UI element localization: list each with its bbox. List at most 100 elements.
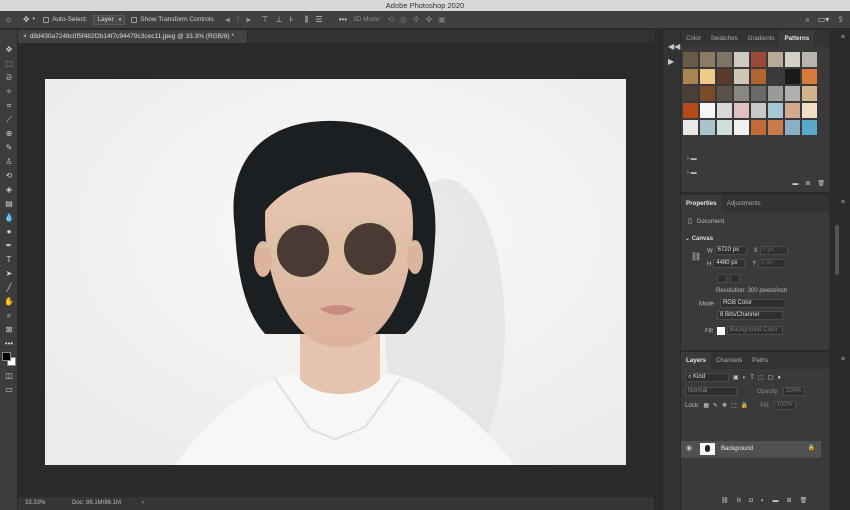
pattern-swatch[interactable] [717, 69, 732, 84]
pattern-swatch[interactable] [768, 69, 783, 84]
canvas-section-header[interactable]: ⌄ Canvas [685, 236, 713, 242]
pattern-swatch[interactable] [751, 103, 766, 118]
pattern-swatch[interactable] [802, 69, 817, 84]
align-center-icon[interactable]: ⫶ [237, 15, 239, 24]
edit-toolbar-icon[interactable]: ⊠ [3, 324, 15, 335]
marquee-tool-icon[interactable]: ⬚ [3, 58, 15, 69]
lasso-tool-icon[interactable]: ᘐ [3, 72, 15, 83]
auto-select-dropdown[interactable]: Layer ▾ [93, 14, 126, 25]
pattern-swatch[interactable] [751, 86, 766, 101]
filter-shape-icon[interactable]: ⬚ [758, 375, 764, 381]
landscape-orientation-icon[interactable] [730, 274, 740, 283]
new-group-icon[interactable]: ▬ [773, 498, 779, 504]
pattern-swatch[interactable] [734, 69, 749, 84]
pattern-swatch[interactable] [751, 52, 766, 67]
align-top-icon[interactable]: ⊤ [262, 15, 269, 24]
collapse-panels-icon[interactable]: ◀◀ [668, 43, 680, 51]
screen-mode-icon[interactable]: ▭ [3, 384, 15, 395]
tab-channels[interactable]: Channels [711, 352, 747, 369]
fill-color-swatch[interactable] [716, 326, 725, 335]
filter-pixel-icon[interactable]: ▣ [733, 375, 739, 381]
tab-swatches[interactable]: Swatches [706, 30, 743, 47]
pattern-swatch[interactable] [700, 120, 715, 135]
pattern-swatch[interactable] [683, 69, 698, 84]
pattern-swatch[interactable] [683, 86, 698, 101]
distribute-vertical-icon[interactable]: ☰ [315, 15, 322, 24]
pattern-swatch[interactable] [785, 120, 800, 135]
new-group-icon[interactable]: ▬ [792, 181, 798, 187]
pattern-swatch[interactable] [751, 120, 766, 135]
document-tab[interactable]: × d8d430a7248c0f5f482f2b14f7c94479c3cec11… [18, 30, 248, 43]
y-field[interactable]: 0 px [758, 259, 787, 268]
quick-mask-icon[interactable]: ◫ [3, 370, 15, 381]
pattern-swatch[interactable] [683, 52, 698, 67]
eye-visibility-icon[interactable]: ◉ [686, 445, 692, 452]
tab-paths[interactable]: Paths [747, 352, 773, 369]
pattern-swatch[interactable] [683, 120, 698, 135]
mode-dropdown[interactable]: RGB Color [719, 299, 786, 308]
tab-close-icon[interactable]: × [23, 33, 27, 40]
layer-style-icon[interactable]: fx [737, 498, 742, 504]
search-icon[interactable]: ⌕ [805, 15, 809, 24]
add-mask-icon[interactable]: ◘ [749, 498, 753, 504]
lock-all-icon[interactable]: 🔒 [741, 403, 748, 409]
path-selection-tool-icon[interactable]: ➤ [3, 268, 15, 279]
delete-layer-icon[interactable]: 🗑 [800, 498, 808, 504]
canvas-area[interactable] [18, 43, 654, 497]
blend-mode-dropdown[interactable]: Normal [685, 387, 737, 396]
pattern-swatch[interactable] [700, 69, 715, 84]
pattern-swatch[interactable] [802, 52, 817, 67]
lock-transparent-icon[interactable]: ▦ [703, 403, 709, 409]
pattern-swatch[interactable] [734, 103, 749, 118]
pattern-swatch[interactable] [717, 103, 732, 118]
play-action-icon[interactable]: ▶ [668, 58, 674, 66]
width-field[interactable]: 6720 px [714, 246, 747, 255]
line-tool-icon[interactable]: ╱ [3, 282, 15, 293]
auto-select-checkbox[interactable] [43, 16, 50, 23]
eyedropper-tool-icon[interactable]: ⟋ [3, 114, 15, 125]
pattern-swatch[interactable] [785, 103, 800, 118]
pattern-swatch[interactable] [683, 103, 698, 118]
pen-tool-icon[interactable]: ✒ [3, 240, 15, 251]
more-options-icon[interactable]: ••• [339, 15, 347, 24]
opacity-field[interactable]: 100% [783, 387, 806, 396]
filter-adjustment-icon[interactable]: ◐ [743, 375, 747, 381]
pattern-swatch[interactable] [768, 103, 783, 118]
home-button[interactable]: ⌂ [6, 11, 11, 29]
delete-icon[interactable]: 🗑 [817, 181, 825, 187]
pattern-swatch[interactable] [802, 120, 817, 135]
blur-tool-icon[interactable]: 💧 [3, 212, 15, 223]
gradient-tool-icon[interactable]: ▤ [3, 198, 15, 209]
status-menu-icon[interactable]: › [142, 497, 144, 510]
pattern-swatch[interactable] [785, 86, 800, 101]
dodge-tool-icon[interactable]: ● [3, 226, 15, 237]
type-tool-icon[interactable]: T [3, 254, 15, 265]
pattern-group-folder[interactable]: › ▬ [687, 170, 697, 176]
lock-position-icon[interactable]: ✥ [722, 403, 727, 409]
crop-tool-icon[interactable]: ⌗ [3, 100, 15, 111]
tab-color[interactable]: Color [681, 30, 706, 47]
magic-wand-tool-icon[interactable]: ✧ [3, 86, 15, 97]
align-bottom-icon[interactable]: ⊦ [290, 15, 294, 24]
move-tool-icon[interactable]: ✥ [3, 44, 15, 55]
pattern-swatch[interactable] [768, 52, 783, 67]
pattern-swatch[interactable] [734, 52, 749, 67]
brush-tool-icon[interactable]: ✎ [3, 142, 15, 153]
link-layers-icon[interactable]: ⛓ [721, 498, 729, 504]
distribute-icon[interactable]: ⫼ [305, 15, 309, 24]
zoom-tool-icon[interactable]: ⌕ [3, 310, 15, 321]
workspace-icon[interactable]: ▭▾ [818, 15, 830, 24]
lock-artboard-icon[interactable]: ⬚ [731, 403, 737, 409]
lock-image-icon[interactable]: ✎ [713, 403, 718, 409]
align-right-icon[interactable]: ⫸ [246, 15, 251, 24]
pattern-swatch[interactable] [717, 52, 732, 67]
filter-smart-object-icon[interactable]: ▢ [768, 375, 774, 381]
share-icon[interactable]: ⇪ [837, 15, 844, 24]
pattern-swatch[interactable] [802, 103, 817, 118]
panel-menu-icon[interactable]: ≡ [841, 356, 845, 363]
height-field[interactable]: 4480 px [713, 259, 746, 268]
stamp-tool-icon[interactable]: ♙ [3, 156, 15, 167]
panel-menu-icon[interactable]: ≡ [841, 199, 845, 206]
pattern-swatch[interactable] [785, 52, 800, 67]
pattern-swatch[interactable] [734, 120, 749, 135]
